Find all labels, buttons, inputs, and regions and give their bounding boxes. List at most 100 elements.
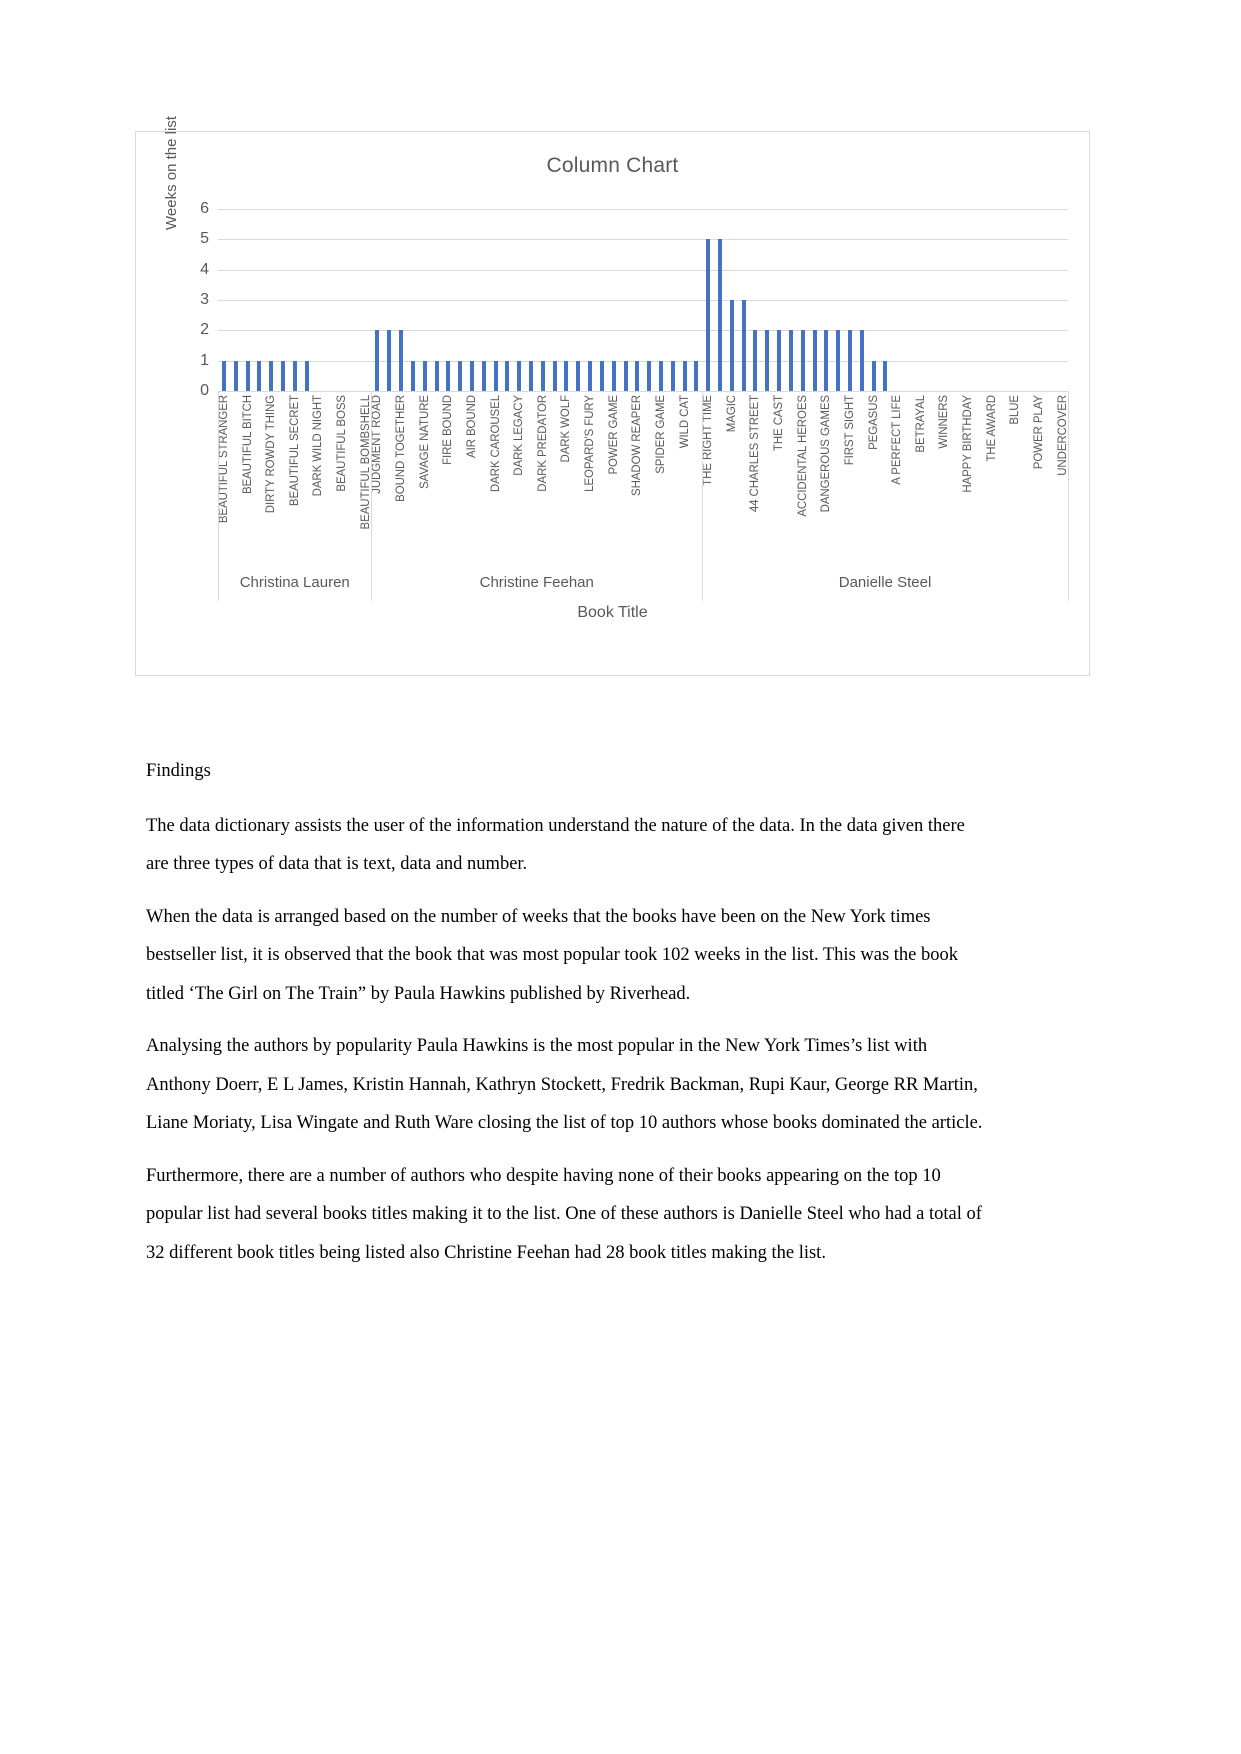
category-slot: A PERFECT LIFE <box>891 391 903 563</box>
x-axis-title: Book Title <box>577 604 648 621</box>
bar-series <box>218 209 1068 391</box>
bar-slot <box>844 209 856 391</box>
category-slot: BOUND TOGETHER <box>395 391 407 563</box>
x-axis-category-label: MAGIC <box>725 395 738 433</box>
bar-slot <box>561 209 573 391</box>
category-slot <box>667 391 679 563</box>
category-slot: AIR BOUND <box>466 391 478 563</box>
category-slot <box>738 391 750 563</box>
x-axis-category-label: THE CAST <box>773 395 786 452</box>
bar <box>387 330 392 391</box>
y-axis-tick: 0 <box>200 382 209 399</box>
category-slot: WINNERS <box>938 391 951 563</box>
group-separator <box>218 563 219 601</box>
x-axis-category-label: HAPPY BIRTHDAY <box>962 395 975 493</box>
bar-slot <box>903 209 915 391</box>
bar <box>540 360 545 391</box>
x-axis-category-label: POWER PLAY <box>1032 395 1045 470</box>
bar-slot <box>750 209 762 391</box>
bar <box>446 360 451 391</box>
category-slot <box>572 391 584 563</box>
category-slot <box>230 391 242 563</box>
category-labels: BEAUTIFUL STRANGER BEAUTIFUL BITCH DIRTY R… <box>218 391 1069 563</box>
bar-slot <box>797 209 809 391</box>
bar-slot <box>880 209 892 391</box>
bar <box>682 360 687 391</box>
category-slot: BEAUTIFUL BOSS <box>336 391 348 563</box>
x-axis-category-label: BLUE <box>1009 395 1022 425</box>
category-slot: DARK CAROUSEL <box>490 391 502 563</box>
x-axis-category-label: A PERFECT LIFE <box>891 395 904 485</box>
category-slot: SAVAGE NATURE <box>419 391 431 563</box>
category-slot: UNDERCOVER <box>1057 391 1069 563</box>
category-slot: FIRST SIGHT <box>844 391 856 563</box>
x-axis-category-label: WILD CAT <box>678 395 691 449</box>
x-axis-category-label: DIRTY ROWDY THING <box>265 395 278 514</box>
bar-slot <box>1045 209 1057 391</box>
bar <box>481 360 486 391</box>
x-axis-category-label: JUDGMENT ROAD <box>371 395 384 494</box>
group-separator <box>702 563 704 601</box>
group-separator <box>702 391 704 563</box>
bar-slot <box>856 209 868 391</box>
bar-slot <box>395 209 407 391</box>
category-slot <box>525 391 537 563</box>
x-axis-category-label: FIRE BOUND <box>442 395 455 465</box>
bar-slot <box>1021 209 1033 391</box>
findings-heading: Findings <box>146 761 211 781</box>
bar-slot <box>572 209 584 391</box>
bar <box>859 330 864 391</box>
group-label: Danielle Steel <box>838 573 932 591</box>
group-label-band: Christina Lauren Christine Feehan Danielle… <box>218 563 1069 601</box>
category-slot: FIRE BOUND <box>442 391 454 563</box>
bar-slot <box>891 209 903 391</box>
x-axis-category-label: BEAUTIFUL STRANGER <box>217 395 230 524</box>
category-slot <box>1021 391 1033 563</box>
category-slot <box>431 391 443 563</box>
x-axis-category-label: DARK WOLF <box>560 395 573 463</box>
category-slot: BEAUTIFUL STRANGER <box>218 391 230 563</box>
bar <box>611 360 616 391</box>
category-slot: THE AWARD <box>986 391 998 563</box>
category-slot <box>549 391 561 563</box>
x-axis-category-label: WINNERS <box>938 395 951 449</box>
group-labels: Christina Lauren Christine Feehan Danielle… <box>218 563 1068 601</box>
category-slot <box>761 391 773 563</box>
x-axis-category-label: SAVAGE NATURE <box>418 395 431 489</box>
x-axis-category-label: DARK CAROUSEL <box>489 395 502 493</box>
category-slot <box>1045 391 1057 563</box>
category-slot <box>478 391 490 563</box>
x-axis-category-label: SHADOW REAPER <box>631 395 644 496</box>
bar-slot <box>655 209 667 391</box>
category-slot <box>974 391 986 563</box>
category-slot <box>856 391 868 563</box>
bar-slot <box>761 209 773 391</box>
category-slot: POWER PLAY <box>1033 391 1045 563</box>
category-slot <box>880 391 892 563</box>
category-slot: LEOPARD'S FURY <box>584 391 596 563</box>
bar <box>552 360 557 391</box>
document-page: Column Chart Weeks on the list 6 5 4 3 2 1 0 B… <box>0 0 1241 1754</box>
bar <box>718 239 723 391</box>
bar <box>292 360 297 391</box>
category-slot <box>454 391 466 563</box>
category-slot: THE CAST <box>773 391 785 563</box>
findings-paragraph-2: When the data is arranged based on the n… <box>146 906 959 1004</box>
category-slot: BEAUTIFUL BOMBSHELL <box>360 391 372 563</box>
bar-slot <box>490 209 502 391</box>
findings-paragraph-4: Furthermore, there are a number of autho… <box>146 1165 982 1263</box>
x-axis-category-label: ACCIDENTAL HEROES <box>796 395 809 517</box>
category-slot <box>691 391 703 563</box>
x-axis-category-label: 44 CHARLES STREET <box>749 395 762 513</box>
category-slot <box>407 391 419 563</box>
bar-slot <box>785 209 797 391</box>
bar-slot <box>502 209 514 391</box>
category-slot <box>998 391 1010 563</box>
category-slot <box>927 391 939 563</box>
bar-slot <box>348 209 360 391</box>
bar-slot <box>372 209 384 391</box>
x-axis-category-label: AIR BOUND <box>465 395 478 458</box>
bar <box>529 360 534 391</box>
bar <box>788 330 793 391</box>
bar-slot <box>513 209 525 391</box>
